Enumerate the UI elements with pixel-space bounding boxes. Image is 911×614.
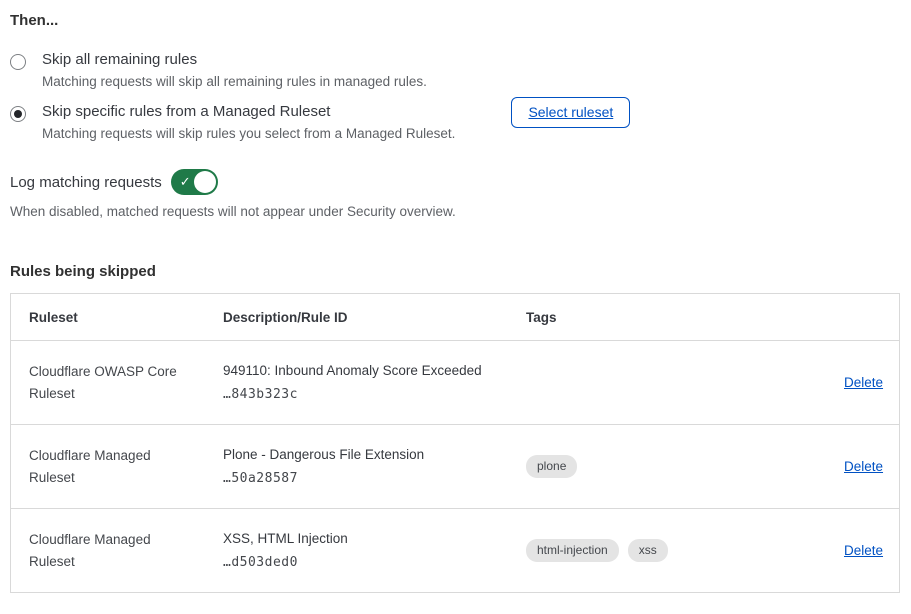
- ruleset-name: Cloudflare Managed Ruleset: [11, 519, 223, 582]
- option-skip-specific-body: Skip specific rules from a Managed Rules…: [42, 103, 455, 141]
- option-skip-all-rules: Skip all remaining rules Matching reques…: [10, 51, 900, 89]
- rule-tags-cell: plone: [526, 445, 826, 487]
- rules-being-skipped-heading: Rules being skipped: [10, 263, 900, 280]
- ruleset-name: Cloudflare Managed Ruleset: [11, 435, 223, 498]
- rule-id: …d503ded0: [223, 555, 526, 570]
- option-skip-specific-rules: Skip specific rules from a Managed Rules…: [10, 103, 455, 141]
- column-header-description: Description/Rule ID: [223, 300, 526, 335]
- table-row: Cloudflare Managed Ruleset XSS, HTML Inj…: [11, 508, 899, 592]
- skip-specific-rules-description: Matching requests will skip rules you se…: [42, 126, 455, 141]
- option-skip-specific-row: Skip specific rules from a Managed Rules…: [10, 103, 900, 141]
- option-skip-all-body: Skip all remaining rules Matching reques…: [42, 51, 427, 89]
- table-header-row: Ruleset Description/Rule ID Tags: [11, 294, 899, 340]
- table-row: Cloudflare Managed Ruleset Plone - Dange…: [11, 424, 899, 508]
- select-ruleset-button[interactable]: Select ruleset: [511, 97, 630, 128]
- log-matching-requests-row: Log matching requests ✓: [10, 169, 900, 195]
- rule-tags-cell: [526, 373, 826, 393]
- rule-id: …843b323c: [223, 387, 526, 402]
- column-header-tags: Tags: [526, 300, 826, 335]
- delete-rule-link[interactable]: Delete: [844, 375, 883, 390]
- rule-actions-cell: Delete: [826, 448, 911, 486]
- rule-actions-cell: Delete: [826, 532, 911, 570]
- table-row: Cloudflare OWASP Core Ruleset 949110: In…: [11, 340, 899, 424]
- tag-pill: xss: [628, 539, 668, 561]
- waf-rule-config-panel: Then... Skip all remaining rules Matchin…: [0, 0, 911, 593]
- rule-description-cell: XSS, HTML Injection …d503ded0: [223, 521, 526, 580]
- toggle-knob: [194, 171, 216, 193]
- column-header-ruleset: Ruleset: [11, 300, 223, 335]
- action-options: Skip all remaining rules Matching reques…: [10, 51, 900, 141]
- tag-pill: plone: [526, 455, 577, 477]
- skip-specific-rules-radio[interactable]: [10, 106, 26, 122]
- tag-pill: html-injection: [526, 539, 619, 561]
- rule-id: …50a28587: [223, 471, 526, 486]
- skip-all-rules-description: Matching requests will skip all remainin…: [42, 74, 427, 89]
- rule-description: Plone - Dangerous File Extension: [223, 447, 526, 462]
- check-icon: ✓: [180, 174, 191, 190]
- rule-actions-cell: Delete: [826, 364, 911, 402]
- log-matching-requests-description: When disabled, matched requests will not…: [10, 204, 900, 219]
- skip-all-rules-label[interactable]: Skip all remaining rules: [42, 51, 427, 68]
- log-matching-requests-label: Log matching requests: [10, 174, 162, 191]
- rule-description: 949110: Inbound Anomaly Score Exceeded: [223, 363, 526, 378]
- rules-being-skipped-table: Ruleset Description/Rule ID Tags Cloudfl…: [10, 293, 900, 593]
- column-header-actions: [826, 307, 899, 327]
- rule-description-cell: Plone - Dangerous File Extension …50a285…: [223, 437, 526, 496]
- rule-tags-cell: html-injection xss: [526, 529, 826, 571]
- log-matching-requests-toggle[interactable]: ✓: [171, 169, 218, 195]
- ruleset-name: Cloudflare OWASP Core Ruleset: [11, 351, 223, 414]
- then-heading: Then...: [10, 12, 900, 29]
- delete-rule-link[interactable]: Delete: [844, 543, 883, 558]
- skip-specific-rules-label[interactable]: Skip specific rules from a Managed Rules…: [42, 103, 455, 120]
- delete-rule-link[interactable]: Delete: [844, 459, 883, 474]
- rule-description-cell: 949110: Inbound Anomaly Score Exceeded ……: [223, 353, 526, 412]
- skip-all-rules-radio[interactable]: [10, 54, 26, 70]
- rule-description: XSS, HTML Injection: [223, 531, 526, 546]
- select-ruleset-button-label: Select ruleset: [528, 104, 613, 120]
